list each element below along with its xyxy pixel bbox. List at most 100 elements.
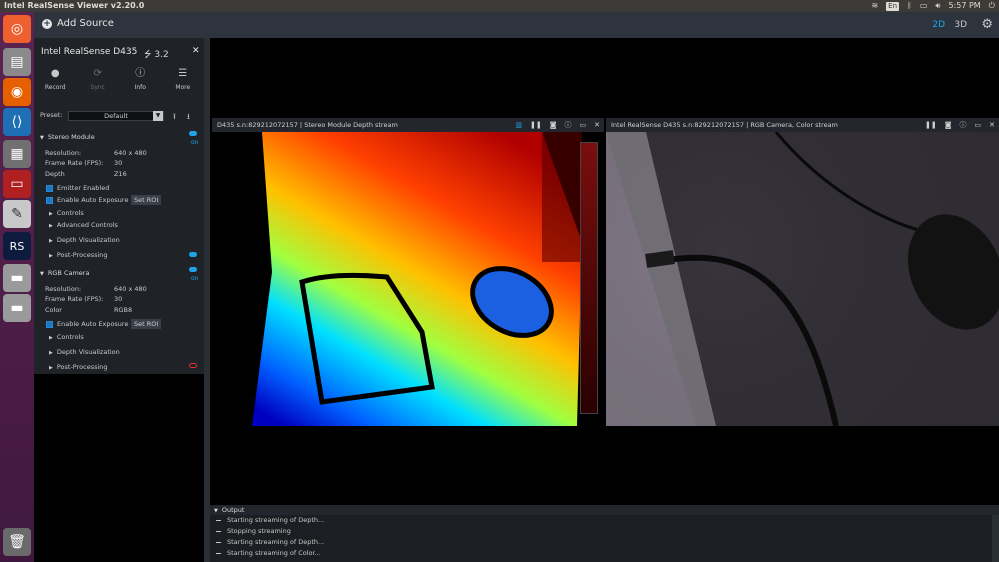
bluetooth-icon[interactable]: ᛒ bbox=[907, 0, 912, 12]
color-image[interactable] bbox=[606, 132, 999, 426]
set-roi-button[interactable]: Set ROI bbox=[131, 195, 162, 205]
rgb-controls-label: Controls bbox=[56, 333, 84, 341]
rgb-controls-section[interactable]: ▶ Controls bbox=[49, 333, 84, 341]
sync-button[interactable]: ⟳ Sync bbox=[77, 68, 120, 100]
format-value[interactable]: Z16 bbox=[114, 170, 127, 178]
post-processing-toggle[interactable] bbox=[189, 252, 197, 257]
expand-icon: ▶ bbox=[49, 238, 53, 244]
rgb-post-processing-toggle[interactable] bbox=[189, 363, 197, 368]
log-line[interactable]: Stopping streaming bbox=[216, 527, 291, 535]
depth-visualization-section[interactable]: ▶ Depth Visualization bbox=[49, 236, 120, 244]
chart-icon[interactable]: ▥ bbox=[515, 121, 522, 129]
info-label: Info bbox=[134, 84, 146, 91]
close-device-button[interactable]: ✕ bbox=[192, 46, 200, 56]
save-preset-icon[interactable]: ⭳ bbox=[187, 111, 190, 125]
calculator-icon[interactable]: ▦ bbox=[3, 140, 31, 168]
collapse-icon: ▼ bbox=[214, 508, 218, 514]
preset-select[interactable]: Default ▼ bbox=[68, 111, 164, 121]
output-title: Output bbox=[221, 506, 245, 514]
rgb-post-processing-section[interactable]: ▶ Post-Processing bbox=[49, 363, 108, 371]
expand-icon: ▶ bbox=[49, 335, 53, 341]
dash-icon bbox=[216, 552, 221, 554]
drive-icon-2[interactable]: ▬ bbox=[3, 294, 31, 322]
rgb-camera-header[interactable]: ▼ RGB Camera bbox=[40, 269, 89, 277]
resolution-value[interactable]: 640 x 480 bbox=[114, 149, 147, 157]
camera-icon[interactable]: ◙ bbox=[945, 121, 952, 129]
log-text: Starting streaming of Depth... bbox=[227, 516, 325, 524]
preset-value: Default bbox=[104, 112, 128, 120]
info-button[interactable]: ⓘ Info bbox=[119, 68, 162, 100]
post-processing-section[interactable]: ▶ Post-Processing bbox=[49, 251, 108, 259]
gear-icon[interactable]: ⚙ bbox=[981, 17, 993, 32]
language-indicator[interactable]: En bbox=[886, 1, 900, 11]
collapse-icon: ▼ bbox=[40, 271, 44, 277]
expand-icon: ▶ bbox=[49, 211, 53, 217]
dash-icon bbox=[216, 530, 221, 532]
stereo-module-title: Stereo Module bbox=[47, 133, 95, 141]
ubuntu-dash-icon[interactable]: ◎ bbox=[3, 15, 31, 43]
view-3d-button[interactable]: 3D bbox=[954, 20, 967, 30]
info-icon[interactable]: ⓘ bbox=[960, 120, 967, 130]
more-label: More bbox=[175, 84, 191, 91]
add-source-button[interactable]: + Add Source bbox=[42, 18, 114, 29]
rgb-auto-exposure-checkbox[interactable]: Enable Auto Exposure bbox=[46, 320, 128, 328]
view-2d-button[interactable]: 2D bbox=[932, 20, 945, 30]
load-preset-icon[interactable]: ⭱ bbox=[173, 111, 176, 125]
maximize-icon[interactable]: ▭ bbox=[975, 121, 982, 129]
close-icon[interactable]: ✕ bbox=[989, 121, 995, 129]
preset-label: Preset: bbox=[40, 111, 63, 119]
realsense-icon[interactable]: RS bbox=[3, 232, 31, 260]
advanced-controls-section[interactable]: ▶ Advanced Controls bbox=[49, 221, 118, 229]
rgb-depth-visualization-section[interactable]: ▶ Depth Visualization bbox=[49, 348, 120, 356]
wifi-icon[interactable]: ≋ bbox=[871, 0, 878, 12]
plus-icon: + bbox=[42, 18, 52, 29]
log-text: Starting streaming of Depth... bbox=[227, 538, 325, 546]
log-line[interactable]: Starting streaming of Color... bbox=[216, 549, 321, 557]
rgb-format-value[interactable]: RGB8 bbox=[114, 306, 132, 314]
files-icon[interactable]: ▤ bbox=[3, 48, 31, 76]
auto-exposure-checkbox[interactable]: Enable Auto Exposure bbox=[46, 196, 128, 204]
rgb-camera-toggle[interactable] bbox=[189, 267, 197, 272]
vscode-icon[interactable]: ⟨⟩ bbox=[3, 108, 31, 136]
depth-stream-title: D435 s.n:829212072157 | Stereo Module De… bbox=[217, 121, 398, 129]
post-processing-label: Post-Processing bbox=[56, 251, 108, 259]
stereo-module-header[interactable]: ▼ Stereo Module bbox=[40, 133, 95, 141]
camera-icon[interactable]: ◙ bbox=[550, 121, 557, 129]
controls-section[interactable]: ▶ Controls bbox=[49, 209, 84, 217]
more-button[interactable]: ☰ More bbox=[162, 68, 205, 100]
checkbox bbox=[46, 196, 53, 204]
drive-icon[interactable]: ▬ bbox=[3, 264, 31, 292]
viewer-toolbar: 2D 3D ⚙ bbox=[210, 12, 999, 38]
output-header[interactable]: ▼ Output bbox=[210, 505, 999, 515]
usb-icon: ⭍ bbox=[144, 50, 152, 60]
sidebar-splitter[interactable] bbox=[204, 38, 210, 562]
rgb-resolution-value[interactable]: 640 x 480 bbox=[114, 285, 147, 293]
pause-icon[interactable]: ❚❚ bbox=[530, 121, 542, 129]
info-icon[interactable]: ⓘ bbox=[565, 120, 572, 130]
rgb-camera-toggle-label: on bbox=[191, 275, 199, 282]
trash-icon[interactable]: 🗑︎ bbox=[3, 528, 31, 556]
output-scrollbar[interactable] bbox=[992, 515, 999, 562]
firefox-icon[interactable]: ◉ bbox=[3, 78, 31, 106]
rgb-set-roi-button[interactable]: Set ROI bbox=[131, 319, 162, 329]
emitter-enabled-checkbox[interactable]: Emitter Enabled bbox=[46, 184, 109, 192]
presentation-icon[interactable]: ▭ bbox=[3, 170, 31, 198]
text-editor-icon[interactable]: ✎ bbox=[3, 200, 31, 228]
log-line[interactable]: Starting streaming of Depth... bbox=[216, 538, 324, 546]
battery-icon[interactable]: ▭ bbox=[920, 0, 928, 12]
clock[interactable]: 5:57 PM bbox=[948, 0, 980, 12]
log-line[interactable]: Starting streaming of Depth... bbox=[216, 516, 324, 524]
fps-value[interactable]: 30 bbox=[114, 159, 122, 167]
controls-label: Controls bbox=[56, 209, 84, 217]
record-button[interactable]: ● Record bbox=[34, 68, 77, 100]
color-frame bbox=[606, 132, 999, 426]
rgb-fps-value[interactable]: 30 bbox=[114, 295, 122, 303]
stereo-module-toggle[interactable] bbox=[189, 131, 197, 136]
resolution-label: Resolution: bbox=[45, 149, 82, 157]
power-icon[interactable]: ⏻ bbox=[989, 0, 995, 12]
pause-icon[interactable]: ❚❚ bbox=[925, 121, 937, 129]
depth-image[interactable]: 4 3 2 1 0 bbox=[212, 132, 604, 426]
close-icon[interactable]: ✕ bbox=[594, 121, 600, 129]
volume-icon[interactable]: 🔊︎ bbox=[935, 0, 940, 12]
maximize-icon[interactable]: ▭ bbox=[580, 121, 587, 129]
